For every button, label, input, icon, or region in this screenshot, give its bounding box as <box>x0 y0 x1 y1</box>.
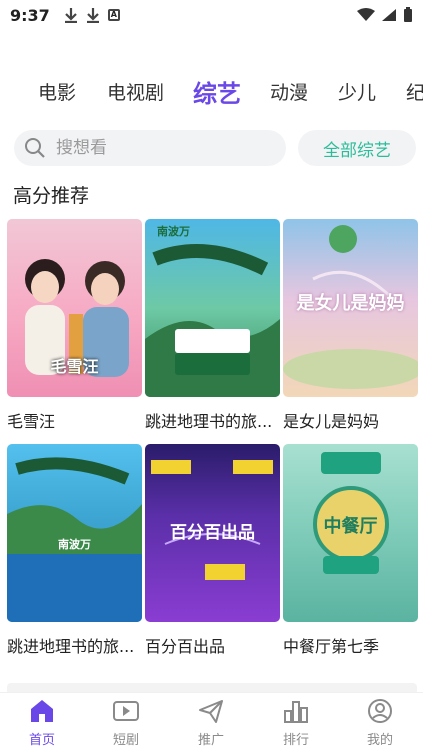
poster-title: 毛雪汪 <box>50 357 99 376</box>
show-poster[interactable]: 中餐厅 <box>283 444 418 622</box>
show-title[interactable]: 是女儿是妈妈 <box>283 408 418 432</box>
show-title[interactable]: 毛雪汪 <box>7 408 142 432</box>
status-time: 9:37 <box>10 5 50 25</box>
nav-ranking[interactable]: 排行 <box>266 697 326 748</box>
nav-home[interactable]: 首页 <box>12 697 72 748</box>
nav-home-label: 首页 <box>28 733 55 748</box>
tab-movie[interactable]: 电影 <box>38 78 76 105</box>
show-title[interactable]: 百分百出品 <box>145 633 280 657</box>
tab-partial-left: ⁝ <box>0 78 2 100</box>
play-icon <box>112 697 140 725</box>
tab-tv-series[interactable]: 电视剧 <box>107 78 164 105</box>
a-box-icon: A <box>107 9 120 21</box>
show-poster[interactable]: 南波万 <box>145 219 280 397</box>
show-card[interactable]: 百分百出品 百分百出品 <box>145 444 280 657</box>
poster-logo: 南波万 <box>58 538 91 551</box>
poster-logo: 南波万 <box>157 225 190 238</box>
poster-title: 是女儿是妈妈 <box>296 293 405 314</box>
search-input[interactable] <box>56 138 256 158</box>
poster-title: 中餐厅 <box>323 516 378 537</box>
nav-mine[interactable]: 我的 <box>350 697 410 748</box>
signal-icon <box>382 9 396 21</box>
status-bar: 9:37 A <box>0 0 423 30</box>
wifi-icon <box>357 8 375 21</box>
battery-icon <box>404 7 412 22</box>
status-system-icons <box>357 7 413 23</box>
bottom-nav: 首页 短剧 推广 排行 我的 <box>0 692 423 752</box>
show-poster[interactable]: 毛雪汪 <box>7 219 142 397</box>
show-card[interactable]: 中餐厅 中餐厅第七季 <box>283 444 418 657</box>
all-variety-button[interactable]: 全部综艺 <box>298 130 416 166</box>
tab-anime[interactable]: 动漫 <box>270 78 308 105</box>
user-icon <box>366 697 394 725</box>
download-icon <box>86 8 99 23</box>
send-icon <box>197 697 225 725</box>
section-title: 高分推荐 <box>13 185 90 207</box>
show-card[interactable]: 南波万 跳进地理书的旅... <box>145 219 280 432</box>
nav-mine-label: 我的 <box>366 733 393 748</box>
nav-short-drama[interactable]: 短剧 <box>96 697 156 748</box>
tab-kids[interactable]: 少儿 <box>338 78 376 105</box>
search-box[interactable] <box>14 130 286 166</box>
nav-ranking-label: 排行 <box>282 733 309 748</box>
search-icon <box>25 138 45 158</box>
show-poster[interactable]: 百分百出品 <box>145 444 280 622</box>
show-title[interactable]: 中餐厅第七季 <box>283 633 418 657</box>
rank-icon <box>282 697 310 725</box>
show-title[interactable]: 跳进地理书的旅... <box>145 408 280 432</box>
show-card[interactable]: 是女儿是妈妈 是女儿是妈妈 <box>283 219 418 432</box>
poster-title: 百分百出品 <box>170 523 255 543</box>
search-row: 全部综艺 <box>14 130 416 166</box>
status-notification-icons: A <box>64 7 120 23</box>
show-poster[interactable]: 南波万 <box>7 444 142 622</box>
nav-promote-label: 推广 <box>197 733 224 748</box>
show-poster[interactable]: 是女儿是妈妈 <box>283 219 418 397</box>
show-card[interactable]: 毛雪汪 毛雪汪 <box>7 219 142 432</box>
download-icon <box>64 8 77 23</box>
show-card[interactable]: 南波万 跳进地理书的旅... <box>7 444 142 657</box>
nav-short-drama-label: 短剧 <box>112 733 139 748</box>
category-tabs: ⁝ 电影 电视剧 综艺 动漫 少儿 纪 <box>0 70 423 114</box>
home-icon <box>28 697 56 725</box>
nav-promote[interactable]: 推广 <box>181 697 241 748</box>
tab-documentary[interactable]: 纪 <box>406 78 423 105</box>
show-title[interactable]: 跳进地理书的旅... <box>7 633 142 657</box>
tab-variety[interactable]: 综艺 <box>193 74 241 109</box>
